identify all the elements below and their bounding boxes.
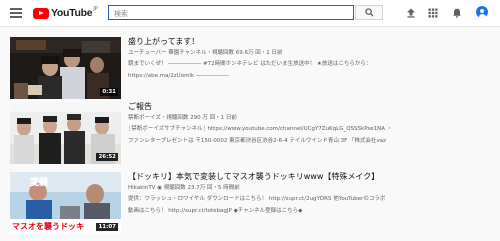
video-description-line-1: 朝までいくぜ！ ―――――― #72時間ホンネテレビ はただいま生放送中！ ★放… <box>128 61 372 67</box>
video-duration: 26:52 <box>96 153 118 161</box>
video-result-3[interactable]: 変装 マスオを襲うドッキ 11:07 【ドッキリ】本気で変装してマスオ襲うドッキ… <box>10 172 480 234</box>
video-info: 盛り上がってます！ ユーチューバー 華園チャンネル・視聴回数 69.6万 回・1… <box>128 37 478 80</box>
thumbnail-caption-text: マスオを襲うドッキ <box>12 222 84 231</box>
video-description-line-2: https://abe.ma/2zUomlk ―――――― <box>128 73 229 79</box>
hamburger-menu-icon[interactable] <box>10 8 22 18</box>
top-bar: YouTube JP 検索 <box>0 0 500 27</box>
upload-icon[interactable] <box>406 8 416 18</box>
video-meta: ユーチューバー 華園チャンネル・視聴回数 69.6万 回・1 日前 <box>128 50 283 56</box>
video-thumbnail-1[interactable]: 0:31 <box>10 37 121 99</box>
search-input[interactable]: 検索 <box>108 5 354 20</box>
apps-grid-icon[interactable] <box>428 8 438 18</box>
video-result-1[interactable]: 0:31 盛り上がってます！ ユーチューバー 華園チャンネル・視聴回数 69.6… <box>10 37 480 99</box>
youtube-play-icon <box>33 7 49 19</box>
thumbnail-tag-text: 変装 <box>30 178 49 188</box>
youtube-logo[interactable]: YouTube JP <box>33 6 98 19</box>
video-thumbnail-2[interactable]: 26:52 <box>10 102 121 164</box>
search-icon <box>365 8 374 17</box>
video-title[interactable]: 【ドッキリ】本気で変装してマスオ襲うドッキリwww【特殊メイク】 <box>128 172 478 182</box>
video-meta: 禁断ボーイズ・視聴回数 290 万 回・1 日前 <box>128 115 237 121</box>
video-duration: 0:31 <box>100 88 118 96</box>
video-meta: HikakinTV ◉ 視聴回数 23.7万 回・5 時間前 <box>128 185 240 191</box>
video-title[interactable]: ご報告 <box>128 102 478 112</box>
account-avatar[interactable] <box>476 6 488 18</box>
video-duration: 11:07 <box>96 223 118 231</box>
video-description-line-1: 提供：クラッシュ・ロワイヤル ダウンロードはこちら！ http://supr.c… <box>128 196 386 202</box>
video-info: ご報告 禁断ボーイズ・視聴回数 290 万 回・1 日前 ┊禁断ボーイズサブチャ… <box>128 102 478 145</box>
notifications-bell-icon[interactable] <box>452 8 462 18</box>
logo-region: JP <box>93 6 98 12</box>
search-button[interactable] <box>355 5 383 20</box>
logo-text: YouTube <box>51 7 93 19</box>
video-result-2[interactable]: 26:52 ご報告 禁断ボーイズ・視聴回数 290 万 回・1 日前 ┊禁断ボー… <box>10 102 480 164</box>
video-thumbnail-3[interactable]: 変装 マスオを襲うドッキ 11:07 <box>10 172 121 234</box>
video-info: 【ドッキリ】本気で変装してマスオ襲うドッキリwww【特殊メイク】 Hikakin… <box>128 172 478 215</box>
video-description-line-2: ファンレタープレゼントは 〒150-0002 東京都渋谷区渋谷2-6-4 テイル… <box>128 138 387 144</box>
video-description-line-1: ┊禁断ボーイズサブチャンネル┊ https://www.youtube.com/… <box>128 126 393 132</box>
video-title[interactable]: 盛り上がってます！ <box>128 37 478 47</box>
video-description-line-2: 動画はこちら！ http://supr.ct/totebagJP ◆チャンネル登… <box>128 208 303 214</box>
